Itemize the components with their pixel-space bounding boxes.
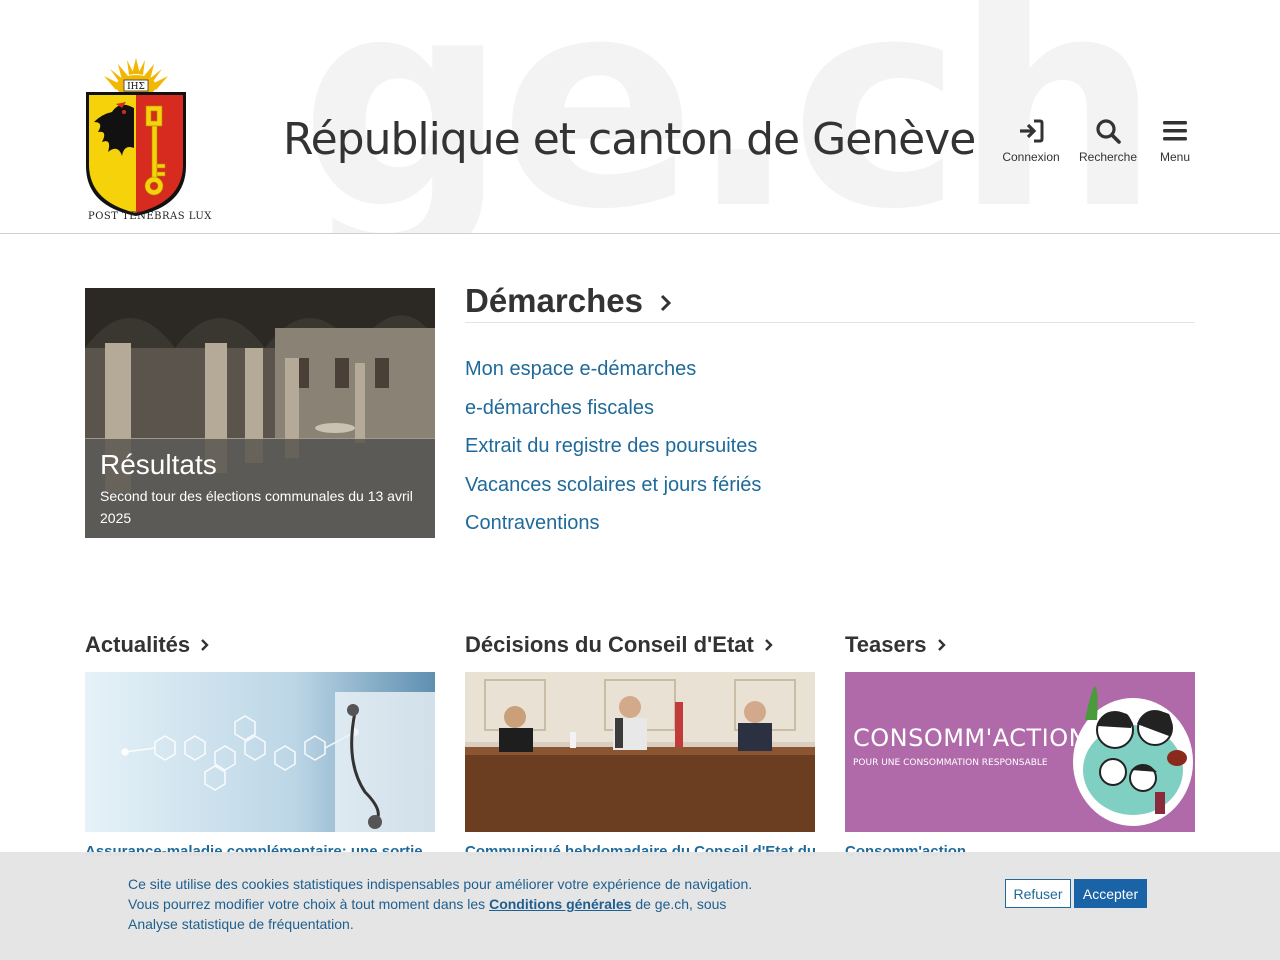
hamburger-menu-icon — [1163, 121, 1187, 141]
svg-text:IHΣ: IHΣ — [127, 82, 145, 92]
conseil-etat-image[interactable] — [465, 672, 815, 832]
actualites-image[interactable] — [85, 672, 435, 832]
chevron-right-icon — [765, 639, 773, 651]
login-button[interactable]: Connexion — [1000, 118, 1062, 164]
demarches-heading-text: Démarches — [465, 282, 643, 319]
teaser-headline: CONSOMM'ACTION — [853, 724, 1088, 752]
press-conference-photo — [465, 672, 815, 832]
sign-in-icon — [1020, 119, 1044, 143]
conseil-etat-heading[interactable]: Décisions du Conseil d'Etat — [465, 632, 775, 658]
teasers-heading-text: Teasers — [845, 632, 927, 657]
chevron-right-icon — [937, 639, 946, 651]
search-icon — [1096, 119, 1121, 144]
demarches-divider — [465, 322, 1195, 323]
cookie-consent-banner: Ce site utilise des cookies statistiques… — [0, 852, 1280, 960]
hero-banner[interactable]: Résultats Second tour des élections comm… — [85, 288, 435, 538]
terms-link[interactable]: Conditions générales — [489, 896, 631, 912]
demarches-heading[interactable]: Démarches — [465, 282, 674, 320]
demarches-link[interactable]: Mon espace e-démarches — [465, 358, 761, 397]
actualites-heading-text: Actualités — [85, 632, 191, 657]
teaser-image-consommaction[interactable]: CONSOMM'ACTION POUR UNE CONSOMMATION RES… — [845, 672, 1195, 832]
demarches-link[interactable]: Extrait du registre des poursuites — [465, 435, 761, 474]
login-label: Connexion — [1002, 150, 1060, 164]
refuse-cookies-button[interactable]: Refuser — [1005, 879, 1071, 908]
hero-title: Résultats — [100, 449, 217, 480]
cookie-message: Ce site utilise des cookies statistiques… — [128, 874, 768, 934]
site-title[interactable]: République et canton de Genève — [283, 114, 976, 165]
search-label: Recherche — [1078, 150, 1138, 164]
demarches-link[interactable]: Contraventions — [465, 512, 761, 551]
logo-motto: POST TENEBRAS LUX — [88, 211, 212, 222]
teasers-heading[interactable]: Teasers — [845, 632, 948, 658]
teaser-tagline: POUR UNE CONSOMMATION RESPONSABLE — [853, 758, 1048, 768]
demarches-link[interactable]: Vacances scolaires et jours fériés — [465, 474, 761, 513]
health-icons-stethoscope-image — [85, 672, 435, 832]
conseil-etat-heading-text: Décisions du Conseil d'Etat — [465, 632, 754, 657]
chevron-right-icon — [661, 294, 672, 312]
hero-caption: Résultats Second tour des élections comm… — [85, 439, 435, 538]
family-illustration — [1073, 686, 1193, 826]
demarches-link[interactable]: e-démarches fiscales — [465, 397, 761, 436]
search-button[interactable]: Recherche — [1077, 118, 1139, 164]
geneva-coat-of-arms-logo[interactable]: IHΣ — [82, 56, 190, 226]
chevron-right-icon — [201, 639, 209, 651]
site-header: ge.ch IHΣ POST TENEBRAS LUX République e… — [0, 0, 1280, 234]
hero-subtitle: Second tour des élections communales du … — [100, 488, 413, 526]
menu-label: Menu — [1159, 150, 1191, 164]
actualites-heading[interactable]: Actualités — [85, 632, 211, 658]
menu-button[interactable]: Menu — [1152, 118, 1198, 164]
demarches-link-list: Mon espace e-démarches e-démarches fisca… — [465, 358, 761, 551]
accept-cookies-button[interactable]: Accepter — [1074, 879, 1147, 908]
